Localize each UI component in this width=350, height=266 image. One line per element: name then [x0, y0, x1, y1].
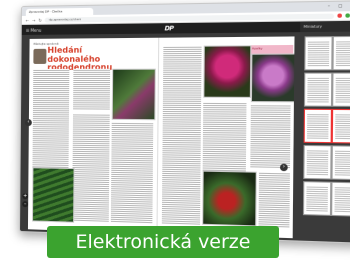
reader-content: Pěstujte správně Hledání dokonalého rodo…	[20, 31, 350, 243]
text-column	[249, 104, 291, 169]
article-tag: Azalky	[250, 44, 293, 54]
page-left: Pěstujte správně Hledání dokonalého rodo…	[28, 38, 158, 234]
reload-icon[interactable]: ↻	[38, 17, 41, 22]
text-column	[161, 45, 202, 225]
forward-icon[interactable]: →	[32, 17, 35, 22]
page-thumbnail[interactable]	[332, 35, 350, 71]
page-thumbnail[interactable]	[302, 181, 332, 216]
back-icon[interactable]: ←	[26, 17, 29, 22]
azalea-photo	[250, 53, 295, 103]
page-thumbnail[interactable]	[332, 72, 350, 107]
browser-window: Zpravodaj DP · Čtečka – ▢ ✕ ← → ↻ dp.zpr…	[19, 0, 350, 244]
thumbnail-sidebar	[302, 35, 350, 243]
electronic-version-badge: Elektronická verze	[47, 226, 279, 258]
previous-page-button[interactable]: ‹	[24, 119, 32, 127]
plant-photo	[111, 68, 156, 121]
author-photo	[33, 48, 47, 64]
zoom-in-button[interactable]: +	[22, 193, 29, 200]
window-controls[interactable]: – ▢ ✕	[328, 2, 350, 8]
nursery-photo	[31, 167, 75, 223]
extension-icon[interactable]	[345, 13, 350, 18]
page-thumbnail-active[interactable]	[303, 108, 333, 144]
text-column	[72, 113, 110, 222]
page-thumbnail[interactable]	[331, 145, 350, 181]
page-thumbnail[interactable]	[331, 181, 350, 217]
page-right: Azalky	[155, 36, 295, 239]
rhododendron-photo	[202, 45, 251, 98]
text-column	[110, 121, 154, 224]
next-page-button[interactable]: ›	[279, 163, 288, 172]
bromeliad-photo	[201, 170, 257, 227]
extension-icon[interactable]	[337, 13, 342, 18]
browser-tab[interactable]: Zpravodaj DP · Čtečka	[25, 7, 94, 16]
page-thumbnail[interactable]	[304, 36, 333, 71]
text-column	[73, 68, 111, 110]
text-column	[257, 171, 290, 228]
page-thumbnail[interactable]	[303, 72, 333, 107]
menu-button[interactable]: ☰ Menu	[26, 28, 42, 33]
zoom-out-button[interactable]: –	[22, 201, 29, 208]
screenshot-stage: Zpravodaj DP · Čtečka – ▢ ✕ ← → ↻ dp.zpr…	[0, 0, 350, 266]
reader-logo: DP	[164, 25, 174, 33]
magazine-spread: Pěstujte správně Hledání dokonalého rodo…	[27, 36, 295, 239]
page-thumbnail[interactable]	[303, 144, 332, 180]
page-thumbnail-active[interactable]	[331, 108, 350, 144]
